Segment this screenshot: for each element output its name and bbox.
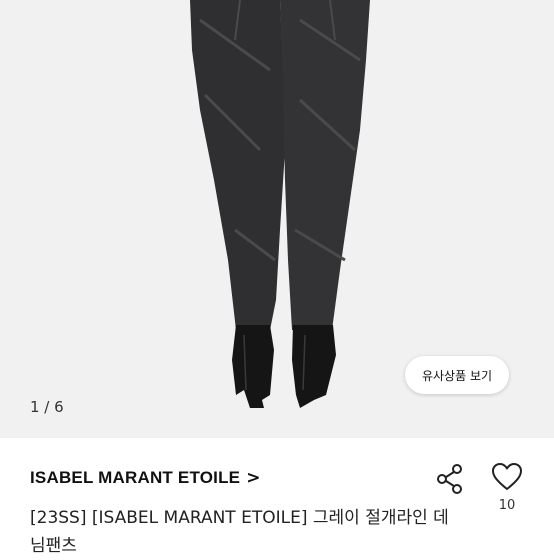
like-count: 10 xyxy=(498,498,516,513)
brand-link[interactable]: ISABEL MARANT ETOILE > xyxy=(30,468,260,488)
chevron-right-icon: > xyxy=(246,468,261,488)
brand-name: ISABEL MARANT ETOILE xyxy=(30,468,241,487)
product-image-gallery[interactable]: 유사상품 보기 1 / 6 xyxy=(0,0,554,438)
share-icon[interactable] xyxy=(433,462,467,496)
product-info: ISABEL MARANT ETOILE > [23SS] [ISABEL MA… xyxy=(0,438,554,556)
image-counter: 1 / 6 xyxy=(30,398,64,416)
heart-icon[interactable] xyxy=(491,462,523,492)
similar-products-button[interactable]: 유사상품 보기 xyxy=(405,356,509,394)
similar-products-label: 유사상품 보기 xyxy=(421,368,493,383)
product-title: [23SS] [ISABEL MARANT ETOILE] 그레이 절개라인 데… xyxy=(30,508,449,556)
